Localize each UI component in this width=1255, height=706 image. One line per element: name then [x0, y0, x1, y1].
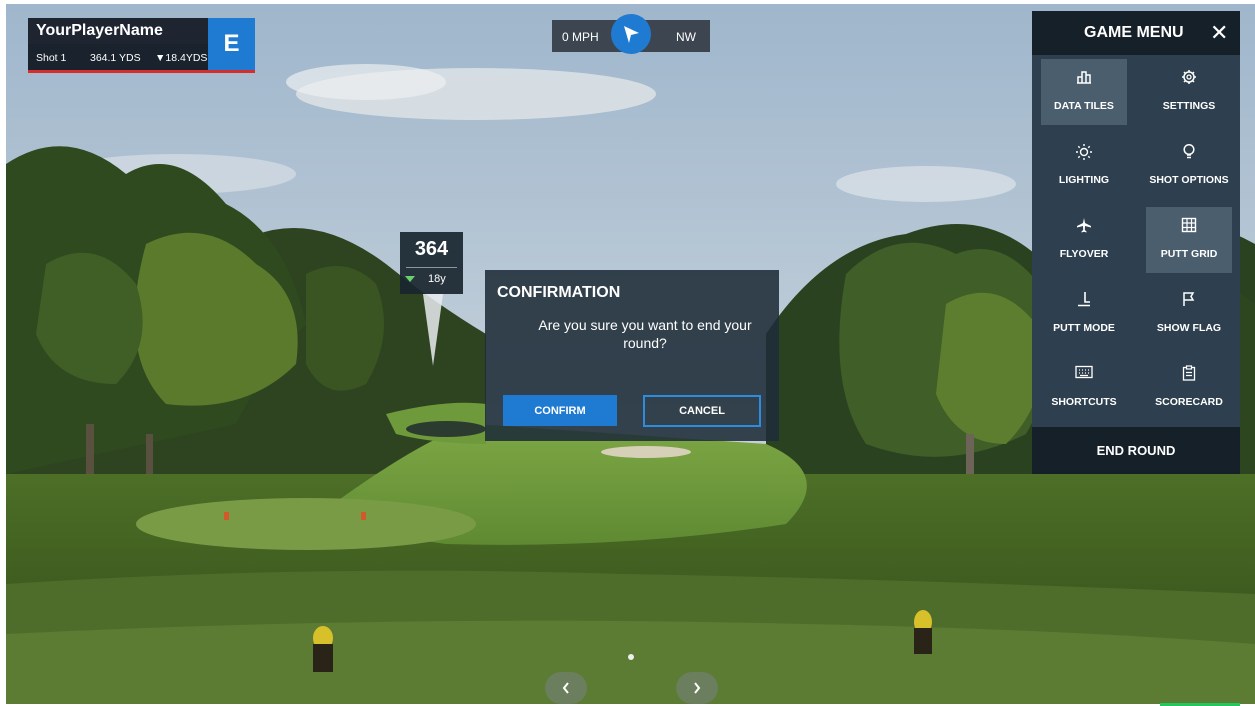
menu-item-data-tiles[interactable]: DATA TILES [1041, 59, 1127, 125]
confirm-button[interactable]: CONFIRM [503, 395, 617, 426]
clipboard-icon [1146, 365, 1232, 385]
prev-button[interactable] [545, 672, 587, 704]
distance-marker-value: 364 [414, 238, 449, 260]
next-button[interactable] [676, 672, 718, 704]
flag-icon [1146, 291, 1232, 311]
player-panel: YourPlayerName Shot 1 364.1 YDS ▼18.4YDS… [28, 18, 255, 73]
grid-icon [1146, 217, 1232, 237]
menu-item-label: SHOT OPTIONS [1149, 174, 1229, 186]
player-name-box: YourPlayerName [28, 18, 208, 44]
menu-grid: DATA TILES SETTINGS LIGHTING SHOT OPTION… [1032, 55, 1240, 427]
player-stats: Shot 1 364.1 YDS ▼18.4YDS [28, 44, 208, 70]
menu-item-putt-grid[interactable]: PUTT GRID [1146, 207, 1232, 273]
menu-item-show-flag[interactable]: SHOW FLAG [1146, 281, 1232, 347]
menu-title: GAME MENU [1084, 24, 1184, 41]
menu-header: GAME MENU ✕ [1032, 11, 1240, 55]
remaining-distance: ▼18.4YDS [155, 52, 208, 64]
putter-icon [1041, 291, 1127, 311]
close-icon[interactable]: ✕ [1210, 20, 1228, 46]
menu-item-scorecard[interactable]: SCORECARD [1146, 355, 1232, 421]
wind-speed: 0 MPH [562, 30, 599, 44]
menu-item-shot-options[interactable]: SHOT OPTIONS [1146, 133, 1232, 199]
menu-item-flyover[interactable]: FLYOVER [1041, 207, 1127, 273]
down-arrow-icon [405, 276, 415, 282]
wind-direction: NW [676, 30, 696, 44]
distance-marker: 364 18y [400, 232, 463, 294]
menu-item-label: PUTT MODE [1053, 322, 1115, 334]
dialog-title: CONFIRMATION [497, 284, 621, 301]
game-menu: GAME MENU ✕ DATA TILES SETTINGS LIGHTING [1032, 11, 1240, 474]
end-round-button[interactable]: END ROUND [1032, 427, 1240, 474]
shot-label: Shot 1 [36, 52, 67, 64]
gear-icon [1146, 69, 1232, 89]
player-name: YourPlayerName [36, 22, 163, 39]
distance-marker-sub: 18y [428, 273, 446, 285]
confirmation-dialog: CONFIRMATION Are you sure you want to en… [485, 270, 779, 441]
player-underline [28, 70, 255, 73]
menu-item-settings[interactable]: SETTINGS [1146, 59, 1232, 125]
lightbulb-icon [1146, 143, 1232, 163]
chevron-right-icon [694, 682, 701, 694]
chevron-left-icon [562, 682, 569, 694]
cancel-button[interactable]: CANCEL [643, 395, 761, 427]
wind-direction-arrow-icon [611, 14, 651, 54]
distance-marker-pointer [423, 294, 443, 366]
data-tiles-icon [1041, 69, 1127, 89]
menu-item-lighting[interactable]: LIGHTING [1041, 133, 1127, 199]
menu-item-label: LIGHTING [1058, 174, 1110, 186]
dialog-message: Are you sure you want to end your round? [538, 317, 752, 351]
menu-item-label: SHORTCUTS [1051, 396, 1117, 408]
keyboard-icon [1041, 365, 1127, 385]
menu-item-label: PUTT GRID [1160, 248, 1218, 260]
menu-item-label: SHOW FLAG [1156, 322, 1222, 334]
menu-item-label: FLYOVER [1059, 248, 1109, 260]
menu-item-putt-mode[interactable]: PUTT MODE [1041, 281, 1127, 347]
distance-marker-divider [406, 267, 457, 268]
menu-item-label: DATA TILES [1054, 100, 1114, 112]
shot-distance: 364.1 YDS [90, 52, 141, 64]
score-badge: E [208, 18, 255, 70]
menu-item-shortcuts[interactable]: SHORTCUTS [1041, 355, 1127, 421]
menu-item-label: SCORECARD [1155, 396, 1223, 408]
menu-item-label: SETTINGS [1162, 100, 1216, 112]
airplane-icon [1041, 217, 1127, 237]
sun-icon [1041, 143, 1127, 163]
